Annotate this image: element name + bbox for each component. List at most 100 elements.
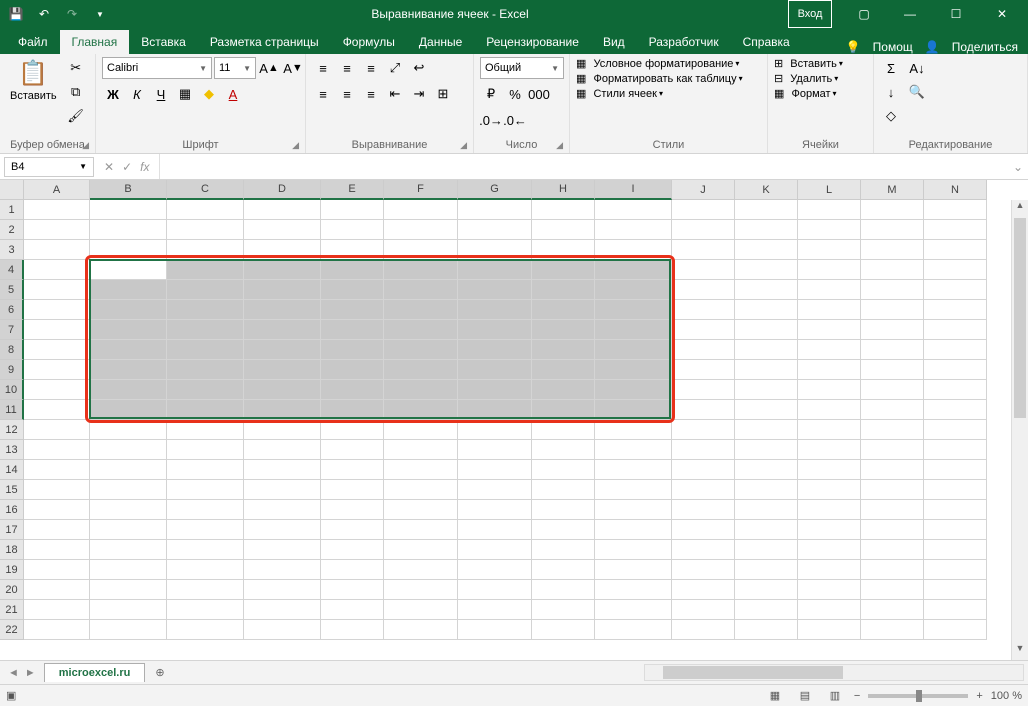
column-header[interactable]: L	[798, 180, 861, 200]
cell[interactable]	[861, 380, 924, 400]
cell[interactable]	[735, 540, 798, 560]
cell[interactable]	[861, 520, 924, 540]
cell[interactable]	[24, 220, 90, 240]
align-right-icon[interactable]: ≡	[360, 83, 382, 105]
cell[interactable]	[244, 240, 321, 260]
row-header[interactable]: 18	[0, 540, 24, 560]
underline-button[interactable]: Ч	[150, 83, 172, 105]
fx-icon[interactable]: fx	[140, 160, 149, 174]
cell[interactable]	[244, 380, 321, 400]
tab-data[interactable]: Данные	[407, 30, 474, 54]
cell[interactable]	[24, 380, 90, 400]
cell[interactable]	[735, 580, 798, 600]
cell[interactable]	[798, 280, 861, 300]
cell[interactable]	[672, 520, 735, 540]
cell[interactable]	[321, 540, 384, 560]
conditional-formatting-button[interactable]: ▦ Условное форматирование▾	[576, 57, 739, 70]
cell[interactable]	[735, 420, 798, 440]
cell[interactable]	[735, 560, 798, 580]
format-as-table-button[interactable]: ▦ Форматировать как таблицу▾	[576, 72, 743, 85]
cell[interactable]	[321, 500, 384, 520]
cell[interactable]	[798, 600, 861, 620]
cell[interactable]	[244, 600, 321, 620]
column-header[interactable]: J	[672, 180, 735, 200]
cell[interactable]	[321, 380, 384, 400]
cell[interactable]	[735, 220, 798, 240]
decrease-indent-icon[interactable]: ⇤	[384, 83, 406, 105]
cell[interactable]	[167, 360, 244, 380]
cell[interactable]	[90, 460, 167, 480]
cell[interactable]	[321, 600, 384, 620]
cell[interactable]	[861, 320, 924, 340]
cell[interactable]	[532, 400, 595, 420]
cell[interactable]	[672, 500, 735, 520]
cell[interactable]	[167, 480, 244, 500]
cell[interactable]	[861, 260, 924, 280]
fill-icon[interactable]: ↓	[880, 81, 902, 103]
cell[interactable]	[595, 580, 672, 600]
row-header[interactable]: 15	[0, 480, 24, 500]
number-format-combo[interactable]: Общий▼	[480, 57, 564, 79]
cell[interactable]	[24, 580, 90, 600]
format-painter-icon[interactable]: 🖌	[65, 105, 87, 127]
decrease-decimal-icon[interactable]: .0←	[504, 109, 526, 131]
column-header[interactable]: M	[861, 180, 924, 200]
cell[interactable]	[321, 300, 384, 320]
cell[interactable]	[458, 500, 532, 520]
cell[interactable]	[24, 460, 90, 480]
cell[interactable]	[458, 600, 532, 620]
align-bottom-icon[interactable]: ≡	[360, 57, 382, 79]
cell[interactable]	[244, 360, 321, 380]
format-cells-button[interactable]: ▦ Формат▾	[774, 87, 837, 100]
percent-icon[interactable]: %	[504, 83, 526, 105]
align-top-icon[interactable]: ≡	[312, 57, 334, 79]
cell[interactable]	[672, 580, 735, 600]
cell[interactable]	[24, 500, 90, 520]
cell[interactable]	[735, 200, 798, 220]
cell[interactable]	[458, 580, 532, 600]
cell[interactable]	[384, 460, 458, 480]
orientation-icon[interactable]: ⤢	[384, 57, 406, 79]
sheet-nav-prev-icon[interactable]: ◄	[8, 667, 19, 679]
cell[interactable]	[244, 320, 321, 340]
column-header[interactable]: C	[167, 180, 244, 200]
cell[interactable]	[321, 620, 384, 640]
cell[interactable]	[532, 580, 595, 600]
page-layout-view-icon[interactable]: ▤	[794, 689, 816, 702]
cell[interactable]	[798, 360, 861, 380]
align-left-icon[interactable]: ≡	[312, 83, 334, 105]
cell[interactable]	[798, 520, 861, 540]
cell[interactable]	[90, 400, 167, 420]
undo-icon[interactable]: ↶	[32, 2, 56, 26]
column-header[interactable]: E	[321, 180, 384, 200]
sheet-nav-next-icon[interactable]: ►	[25, 667, 36, 679]
font-color-icon[interactable]: A	[222, 83, 244, 105]
cell[interactable]	[90, 580, 167, 600]
cell[interactable]	[595, 460, 672, 480]
cell[interactable]	[924, 260, 987, 280]
cell[interactable]	[24, 600, 90, 620]
cell[interactable]	[384, 500, 458, 520]
cell[interactable]	[90, 500, 167, 520]
cell[interactable]	[924, 300, 987, 320]
cell[interactable]	[532, 520, 595, 540]
cell[interactable]	[167, 320, 244, 340]
cell[interactable]	[244, 220, 321, 240]
cell[interactable]	[24, 280, 90, 300]
cell[interactable]	[384, 440, 458, 460]
cell[interactable]	[90, 380, 167, 400]
cell[interactable]	[90, 260, 167, 280]
name-box[interactable]: B4▼	[4, 157, 94, 177]
cell[interactable]	[321, 400, 384, 420]
cell[interactable]	[244, 560, 321, 580]
cell[interactable]	[90, 300, 167, 320]
cell[interactable]	[458, 200, 532, 220]
increase-indent-icon[interactable]: ⇥	[408, 83, 430, 105]
row-header[interactable]: 22	[0, 620, 24, 640]
cancel-formula-icon[interactable]: ✕	[104, 160, 114, 174]
select-all-button[interactable]	[0, 180, 24, 200]
cell[interactable]	[672, 300, 735, 320]
cell[interactable]	[672, 460, 735, 480]
cell[interactable]	[924, 540, 987, 560]
tab-insert[interactable]: Вставка	[129, 30, 198, 54]
